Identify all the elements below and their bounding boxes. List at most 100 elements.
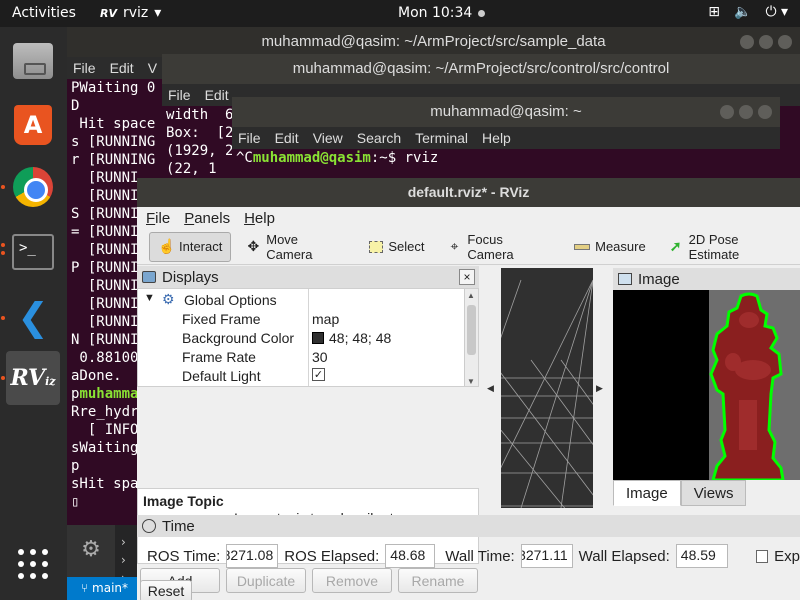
reset-button[interactable]: Reset bbox=[140, 580, 192, 600]
terminal-title: muhammad@qasim: ~/ArmProject/src/control… bbox=[292, 60, 670, 77]
3d-render-view[interactable] bbox=[501, 268, 593, 508]
window-controls[interactable] bbox=[720, 105, 772, 119]
tree-scrollbar[interactable]: ▲ ▼ bbox=[464, 289, 478, 386]
ros-time-field[interactable]: 1678271.08 bbox=[226, 544, 279, 568]
power-menu-icon[interactable]: ⏻ ▾ bbox=[765, 4, 788, 20]
rviz-launcher[interactable]: RViz bbox=[6, 351, 60, 405]
tree-row-frame-rate[interactable]: Frame Rate 30 bbox=[138, 348, 460, 367]
app-menu-label: rviz bbox=[122, 5, 149, 21]
pose-estimate-tool[interactable]: ➚ 2D Pose Estimate bbox=[660, 232, 800, 262]
displays-header: Displays × bbox=[137, 266, 479, 288]
menu-help[interactable]: Help bbox=[482, 130, 511, 146]
running-indicator bbox=[1, 243, 5, 247]
tree-row-global-options[interactable]: ▼ ⚙ Global Options bbox=[138, 291, 460, 310]
wall-time-label: Wall Time: bbox=[445, 547, 515, 565]
fixed-frame-value[interactable]: map bbox=[312, 311, 339, 327]
volume-icon[interactable]: 🔈 bbox=[734, 4, 751, 20]
move-camera-tool[interactable]: ✥ Move Camera bbox=[237, 232, 355, 262]
expand-toggle-icon[interactable]: ▼ bbox=[144, 292, 155, 304]
vscode-activity-bar: ⚙ bbox=[67, 525, 115, 577]
software-store-icon: A bbox=[14, 105, 52, 145]
terminal-title-bar[interactable]: muhammad@qasim: ~/ArmProject/src/control… bbox=[162, 54, 800, 84]
tab-views[interactable]: Views bbox=[680, 480, 747, 506]
wall-elapsed-label: Wall Elapsed: bbox=[578, 547, 670, 565]
menu-view[interactable]: V bbox=[148, 60, 157, 76]
menu-file[interactable]: File bbox=[73, 60, 96, 76]
running-indicator bbox=[1, 376, 5, 380]
pose-arrow-icon: ➚ bbox=[669, 238, 682, 254]
maximize-icon[interactable] bbox=[739, 105, 753, 119]
window-controls[interactable] bbox=[740, 35, 792, 49]
collapse-right-icon[interactable]: ▶ bbox=[596, 383, 603, 394]
vscode-explorer-chevrons[interactable]: ››› bbox=[115, 525, 137, 585]
minimize-icon[interactable] bbox=[720, 105, 734, 119]
files-launcher[interactable] bbox=[6, 34, 60, 88]
tree-row-fixed-frame[interactable]: Fixed Frame map bbox=[138, 310, 460, 329]
close-icon[interactable] bbox=[758, 105, 772, 119]
menu-file[interactable]: File bbox=[238, 130, 261, 146]
default-light-checkbox[interactable]: ✓ bbox=[312, 368, 325, 381]
menu-edit[interactable]: Edit bbox=[205, 87, 229, 103]
tree-row-background-color[interactable]: Background Color 48; 48; 48 bbox=[138, 329, 460, 348]
minimize-icon[interactable] bbox=[740, 35, 754, 49]
vscode-status-branch[interactable]: ⑂ main* bbox=[67, 577, 137, 600]
frame-rate-value[interactable]: 30 bbox=[312, 349, 328, 365]
system-tray[interactable]: ⊞ 🔈 ⏻ ▾ bbox=[708, 4, 788, 20]
network-icon[interactable]: ⊞ bbox=[708, 4, 720, 20]
app-menu[interactable]: RV rviz ▾ bbox=[100, 5, 161, 21]
chrome-icon bbox=[13, 167, 53, 207]
color-swatch[interactable] bbox=[312, 332, 324, 344]
displays-tree[interactable]: ▼ ⚙ Global Options Fixed Frame map Backg… bbox=[137, 288, 479, 387]
image-panel-header: Image bbox=[613, 268, 800, 290]
menu-panels[interactable]: Panels bbox=[184, 210, 230, 227]
running-indicator bbox=[1, 185, 5, 189]
wall-time-field[interactable]: 1678271.11 bbox=[520, 544, 573, 568]
focus-camera-tool[interactable]: ⌖ Focus Camera bbox=[439, 232, 561, 262]
select-tool[interactable]: Select bbox=[361, 232, 432, 262]
vscode-launcher[interactable]: ❮ bbox=[6, 290, 60, 344]
camera-image-view[interactable] bbox=[613, 290, 800, 480]
chrome-launcher[interactable] bbox=[6, 160, 60, 214]
activities-button[interactable]: Activities bbox=[12, 5, 76, 21]
terminal-title-bar[interactable]: muhammad@qasim: ~ bbox=[232, 97, 780, 127]
wall-elapsed-field[interactable]: 48.59 bbox=[675, 544, 728, 568]
terminal-launcher[interactable]: >_ bbox=[6, 225, 60, 279]
maximize-icon[interactable] bbox=[759, 35, 773, 49]
menu-edit[interactable]: Edit bbox=[275, 130, 299, 146]
close-icon[interactable]: × bbox=[459, 269, 475, 285]
menu-view[interactable]: View bbox=[313, 130, 343, 146]
monitor-icon bbox=[142, 271, 156, 283]
rviz-title-bar[interactable]: default.rviz* - RViz bbox=[137, 178, 800, 207]
close-icon[interactable] bbox=[778, 35, 792, 49]
duplicate-button[interactable]: Duplicate bbox=[226, 568, 306, 593]
clock[interactable]: Mon 10:34 bbox=[398, 5, 486, 21]
menu-file[interactable]: File bbox=[168, 87, 191, 103]
menu-search[interactable]: Search bbox=[357, 130, 401, 146]
menu-file[interactable]: File bbox=[146, 210, 170, 227]
show-applications-button[interactable] bbox=[6, 537, 60, 591]
measure-tool[interactable]: Measure bbox=[566, 232, 654, 262]
tab-image[interactable]: Image bbox=[613, 480, 681, 506]
remove-button[interactable]: Remove bbox=[312, 568, 392, 593]
tree-row-default-light[interactable]: Default Light ✓ bbox=[138, 367, 460, 386]
ros-elapsed-field[interactable]: 48.68 bbox=[385, 544, 436, 568]
menu-terminal[interactable]: Terminal bbox=[415, 130, 468, 146]
menu-edit[interactable]: Edit bbox=[110, 60, 134, 76]
ros-time-label: ROS Time: bbox=[147, 547, 221, 565]
terminal-title-bar[interactable]: muhammad@qasim: ~/ArmProject/src/sample_… bbox=[67, 27, 800, 57]
rviz-window: default.rviz* - RViz File Panels Help ☝ I… bbox=[137, 178, 800, 600]
menu-help[interactable]: Help bbox=[244, 210, 275, 227]
rviz-menubar: File Panels Help bbox=[137, 207, 800, 229]
software-store-launcher[interactable]: A bbox=[6, 98, 60, 152]
terminal-title: muhammad@qasim: ~/ArmProject/src/sample_… bbox=[261, 33, 606, 50]
gear-icon[interactable]: ⚙ bbox=[67, 537, 115, 562]
displays-panel: Displays × ▼ ⚙ Global Options Fixed Fram… bbox=[137, 266, 479, 593]
terminal-menu: File Edit View Search Terminal Help bbox=[232, 127, 780, 149]
experimental-checkbox[interactable] bbox=[755, 549, 769, 563]
interact-tool[interactable]: ☝ Interact bbox=[149, 231, 232, 262]
gear-icon: ⚙ bbox=[162, 291, 175, 307]
ros-elapsed-label: ROS Elapsed: bbox=[284, 547, 380, 565]
rename-button[interactable]: Rename bbox=[398, 568, 478, 593]
background-color-value[interactable]: 48; 48; 48 bbox=[329, 330, 391, 346]
collapse-left-icon[interactable]: ◀ bbox=[487, 383, 494, 394]
